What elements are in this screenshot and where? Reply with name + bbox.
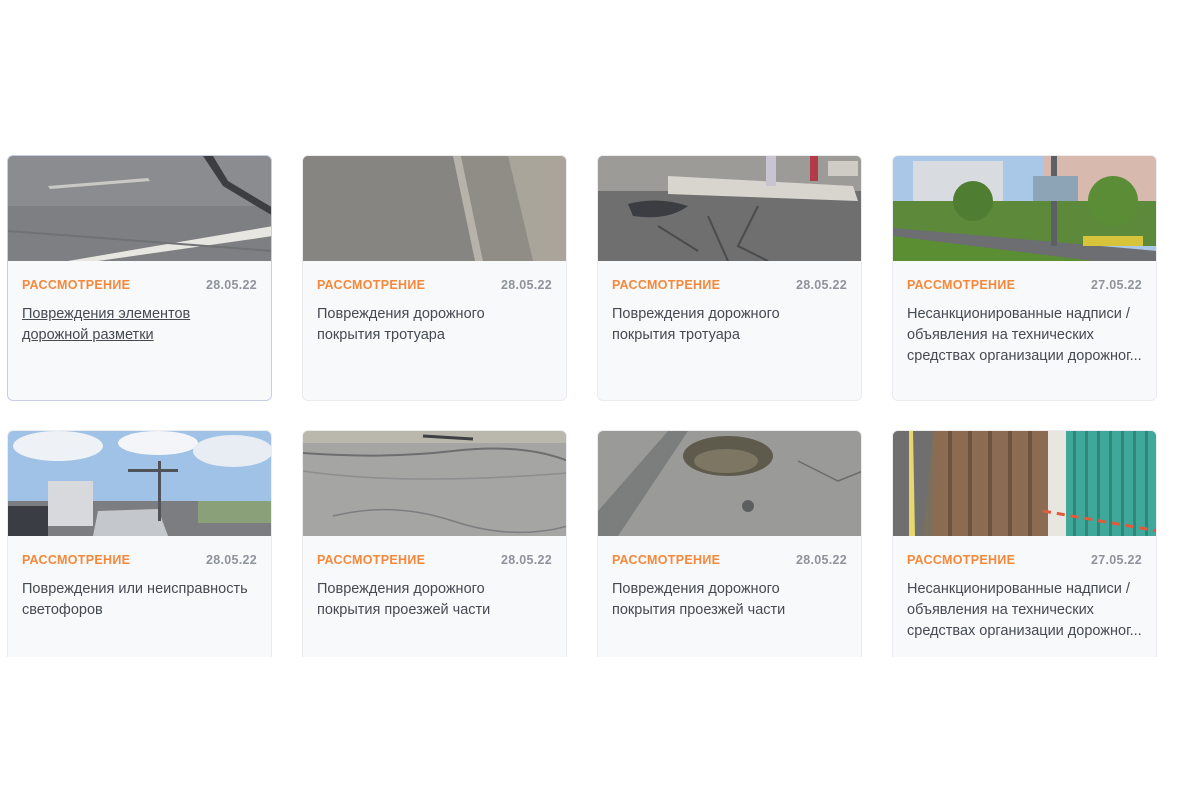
report-title[interactable]: Повреждения дорожного покрытия тротуара [317,304,552,346]
report-photo[interactable] [893,156,1156,261]
report-card[interactable]: РАССМОТРЕНИЕ 28.05.22 Повреждения дорожн… [302,155,567,401]
report-card[interactable]: РАССМОТРЕНИЕ 27.05.22 Несанкционированны… [892,430,1157,657]
report-photo[interactable] [8,431,271,536]
report-title[interactable]: Несанкционированные надписи / объявления… [907,579,1142,642]
report-photo[interactable] [598,156,861,261]
report-photo[interactable] [598,431,861,536]
report-title[interactable]: Повреждения дорожного покрытия тротуара [612,304,847,346]
report-date: 27.05.22 [1090,278,1142,292]
status-badge: РАССМОТРЕНИЕ [22,553,131,567]
report-photo[interactable] [893,431,1156,536]
status-badge: РАССМОТРЕНИЕ [612,553,721,567]
report-photo[interactable] [303,431,566,536]
report-card[interactable]: РАССМОТРЕНИЕ 28.05.22 Повреждения элемен… [7,155,272,401]
report-photo[interactable] [303,156,566,261]
status-badge: РАССМОТРЕНИЕ [317,553,426,567]
report-card[interactable]: РАССМОТРЕНИЕ 28.05.22 Повреждения дорожн… [597,430,862,657]
report-date: 28.05.22 [205,278,257,292]
status-badge: РАССМОТРЕНИЕ [612,278,721,292]
report-title[interactable]: Несанкционированные надписи / объявления… [907,304,1142,367]
report-title[interactable]: Повреждения элементов дорожной разметки [22,304,257,346]
report-title[interactable]: Повреждения или неисправность светофоров [22,579,257,621]
report-date: 28.05.22 [795,553,847,567]
report-date: 28.05.22 [500,278,552,292]
report-title[interactable]: Повреждения дорожного покрытия проезжей … [612,579,847,621]
status-badge: РАССМОТРЕНИЕ [907,278,1016,292]
report-date: 28.05.22 [500,553,552,567]
report-date: 27.05.22 [1090,553,1142,567]
report-card[interactable]: РАССМОТРЕНИЕ 28.05.22 Повреждения дорожн… [302,430,567,657]
report-card[interactable]: РАССМОТРЕНИЕ 27.05.22 Несанкционированны… [892,155,1157,401]
report-card[interactable]: РАССМОТРЕНИЕ 28.05.22 Повреждения дорожн… [597,155,862,401]
reports-grid: РАССМОТРЕНИЕ 28.05.22 Повреждения элемен… [7,155,1157,676]
status-badge: РАССМОТРЕНИЕ [317,278,426,292]
report-date: 28.05.22 [205,553,257,567]
status-badge: РАССМОТРЕНИЕ [907,553,1016,567]
status-badge: РАССМОТРЕНИЕ [22,278,131,292]
report-date: 28.05.22 [795,278,847,292]
report-title[interactable]: Повреждения дорожного покрытия проезжей … [317,579,552,621]
report-photo[interactable] [8,156,271,261]
report-card[interactable]: РАССМОТРЕНИЕ 28.05.22 Повреждения или не… [7,430,272,657]
